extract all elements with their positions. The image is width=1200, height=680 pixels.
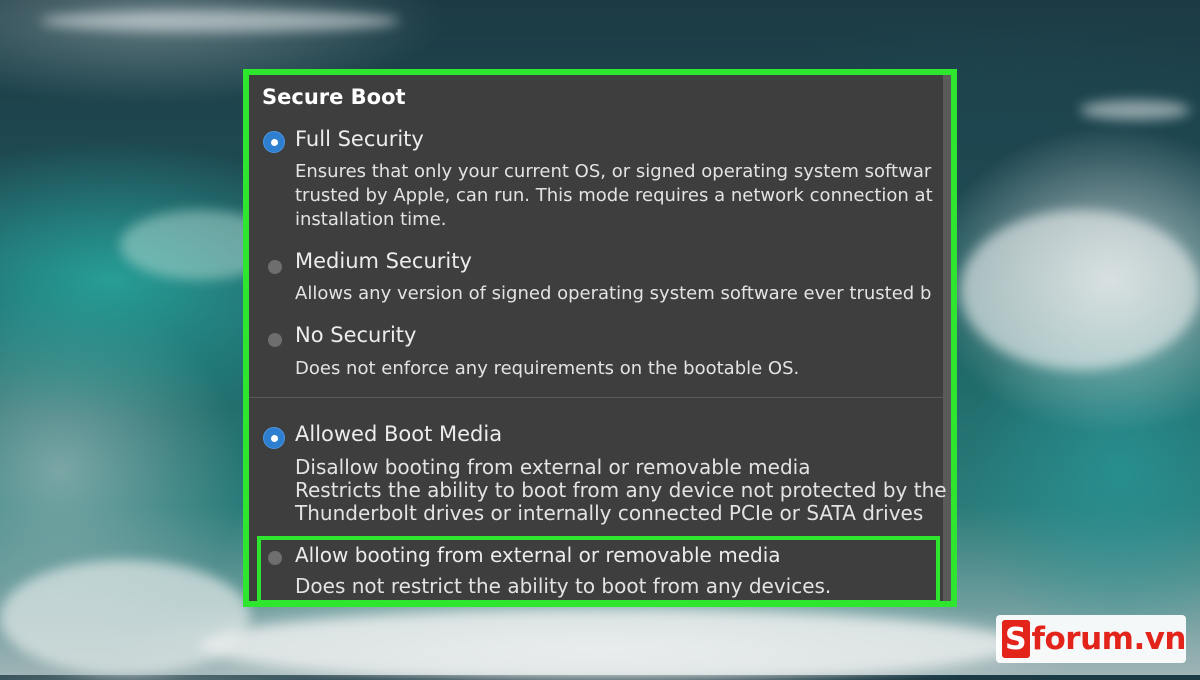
logo-s-icon: S — [1002, 620, 1030, 658]
allowed-boot-media-radio[interactable] — [263, 427, 285, 449]
section-divider — [249, 397, 943, 398]
medium-security-label[interactable]: Medium Security — [295, 249, 472, 273]
allow-external-boot-label[interactable]: Allow booting from external or removable… — [295, 543, 781, 567]
full-security-radio[interactable] — [263, 131, 285, 153]
no-security-description: Does not enforce any requirements on the… — [295, 358, 800, 379]
allowed-boot-media-description-1: Disallow booting from external or remova… — [295, 455, 811, 479]
allow-external-boot-description: Does not restrict the ability to boot fr… — [295, 574, 832, 598]
full-security-label[interactable]: Full Security — [295, 127, 424, 151]
wave-foam — [40, 10, 400, 32]
medium-security-radio[interactable] — [268, 260, 282, 274]
medium-security-description: Allows any version of signed operating s… — [295, 283, 932, 304]
allowed-boot-media-label[interactable]: Allowed Boot Media — [295, 422, 502, 446]
no-security-label[interactable]: No Security — [295, 323, 416, 347]
allow-external-boot-radio[interactable] — [268, 551, 282, 565]
wave-foam — [0, 560, 250, 675]
full-security-description-3: installation time. — [295, 209, 447, 230]
wave-foam — [960, 210, 1200, 370]
wave-foam — [200, 610, 1020, 680]
panel-title: Secure Boot — [262, 85, 406, 109]
secure-boot-panel: Secure Boot Full Security Ensures that o… — [243, 69, 957, 607]
wave-foam — [1080, 100, 1190, 120]
allowed-boot-media-description-3: Thunderbolt drives or internally connect… — [295, 501, 924, 525]
no-security-radio[interactable] — [268, 333, 282, 347]
scrollbar[interactable] — [943, 75, 951, 601]
logo-text: forum.vn — [1031, 621, 1187, 657]
full-security-description-1: Ensures that only your current OS, or si… — [295, 161, 932, 182]
full-security-description-2: trusted by Apple, can run. This mode req… — [295, 185, 933, 206]
forum-logo: S forum.vn — [996, 615, 1186, 663]
allowed-boot-media-description-2: Restricts the ability to boot from any d… — [295, 478, 947, 502]
